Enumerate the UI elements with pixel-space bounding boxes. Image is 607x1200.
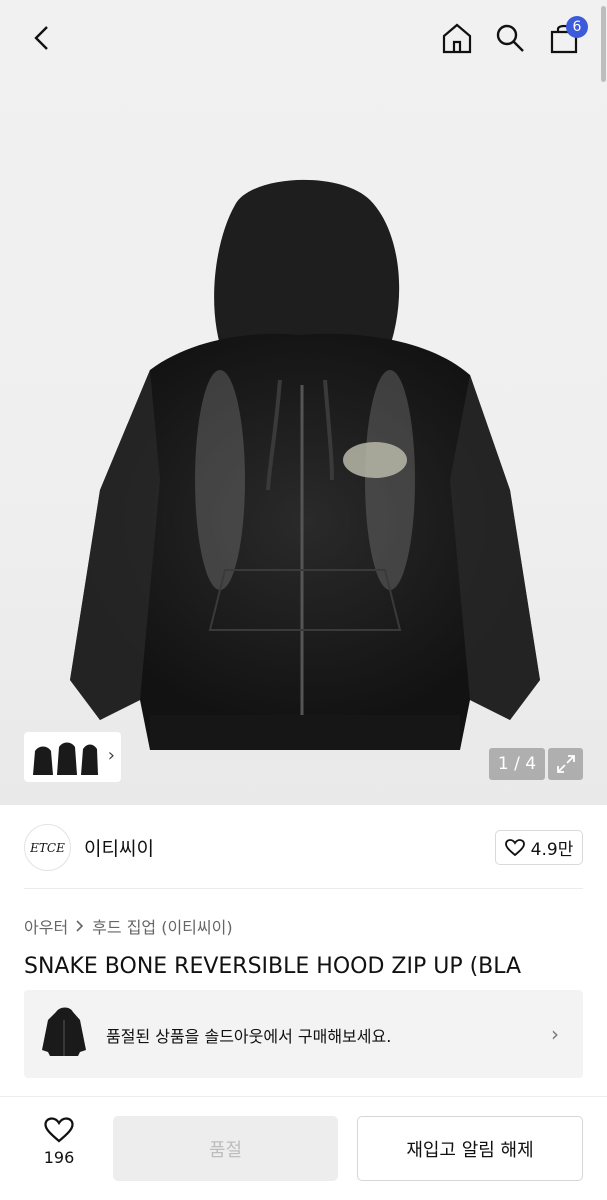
brand-like-count: 4.9만 (530, 840, 574, 860)
brand-row[interactable]: ETCE 이티씨이 4.9만 (0, 806, 607, 888)
breadcrumb-item[interactable]: 후드 집업 (이티씨이) (92, 914, 232, 938)
image-counter: 1 / 4 (489, 748, 545, 780)
back-button[interactable] (22, 18, 62, 58)
wish-count: 196 (43, 1148, 75, 1167)
soldout-banner[interactable]: 품절된 상품을 솔드아웃에서 구매해보세요. › (24, 990, 583, 1078)
wish-button[interactable]: 196 (30, 1117, 88, 1177)
expand-button[interactable] (548, 748, 583, 780)
breadcrumb: 아우터 후드 집업 (이티씨이) (24, 914, 233, 938)
home-button[interactable] (437, 18, 477, 58)
bottom-action-bar: 196 품절 재입고 알림 해제 (0, 1096, 607, 1200)
restock-alert-cancel-button[interactable]: 재입고 알림 해제 (357, 1116, 583, 1181)
divider (24, 888, 583, 889)
banner-text: 품절된 상품을 솔드아웃에서 구매해보세요. (106, 1027, 392, 1046)
heart-icon (44, 1117, 74, 1143)
brand-logo: ETCE (24, 824, 71, 871)
thumbnail-strip[interactable]: › (24, 732, 121, 782)
top-header: 6 (0, 0, 607, 80)
product-title: SNAKE BONE REVERSIBLE HOOD ZIP UP (BLA (24, 954, 522, 979)
brand-name[interactable]: 이티씨이 (84, 834, 154, 861)
brand-like-button[interactable]: 4.9만 (495, 830, 583, 865)
soldout-button[interactable]: 품절 (113, 1116, 338, 1181)
search-button[interactable] (490, 18, 530, 58)
cart-count-badge: 6 (566, 16, 588, 38)
chevron-right-icon (76, 920, 84, 932)
breadcrumb-item[interactable]: 아우터 (24, 914, 68, 938)
cart-button[interactable]: 6 (544, 16, 588, 58)
expand-icon (556, 755, 575, 773)
back-icon (34, 26, 48, 50)
thumbnail-hoodies-image (33, 742, 98, 775)
home-icon (442, 23, 472, 54)
hoodie-photo (70, 179, 540, 750)
chevron-right-icon: › (551, 1022, 559, 1046)
thumbnail-arrow-icon: › (107, 745, 115, 766)
search-icon (496, 24, 524, 52)
product-image[interactable]: › 1 / 4 (0, 0, 607, 805)
banner-hoodie-image (42, 1007, 86, 1056)
heart-icon (504, 838, 525, 856)
